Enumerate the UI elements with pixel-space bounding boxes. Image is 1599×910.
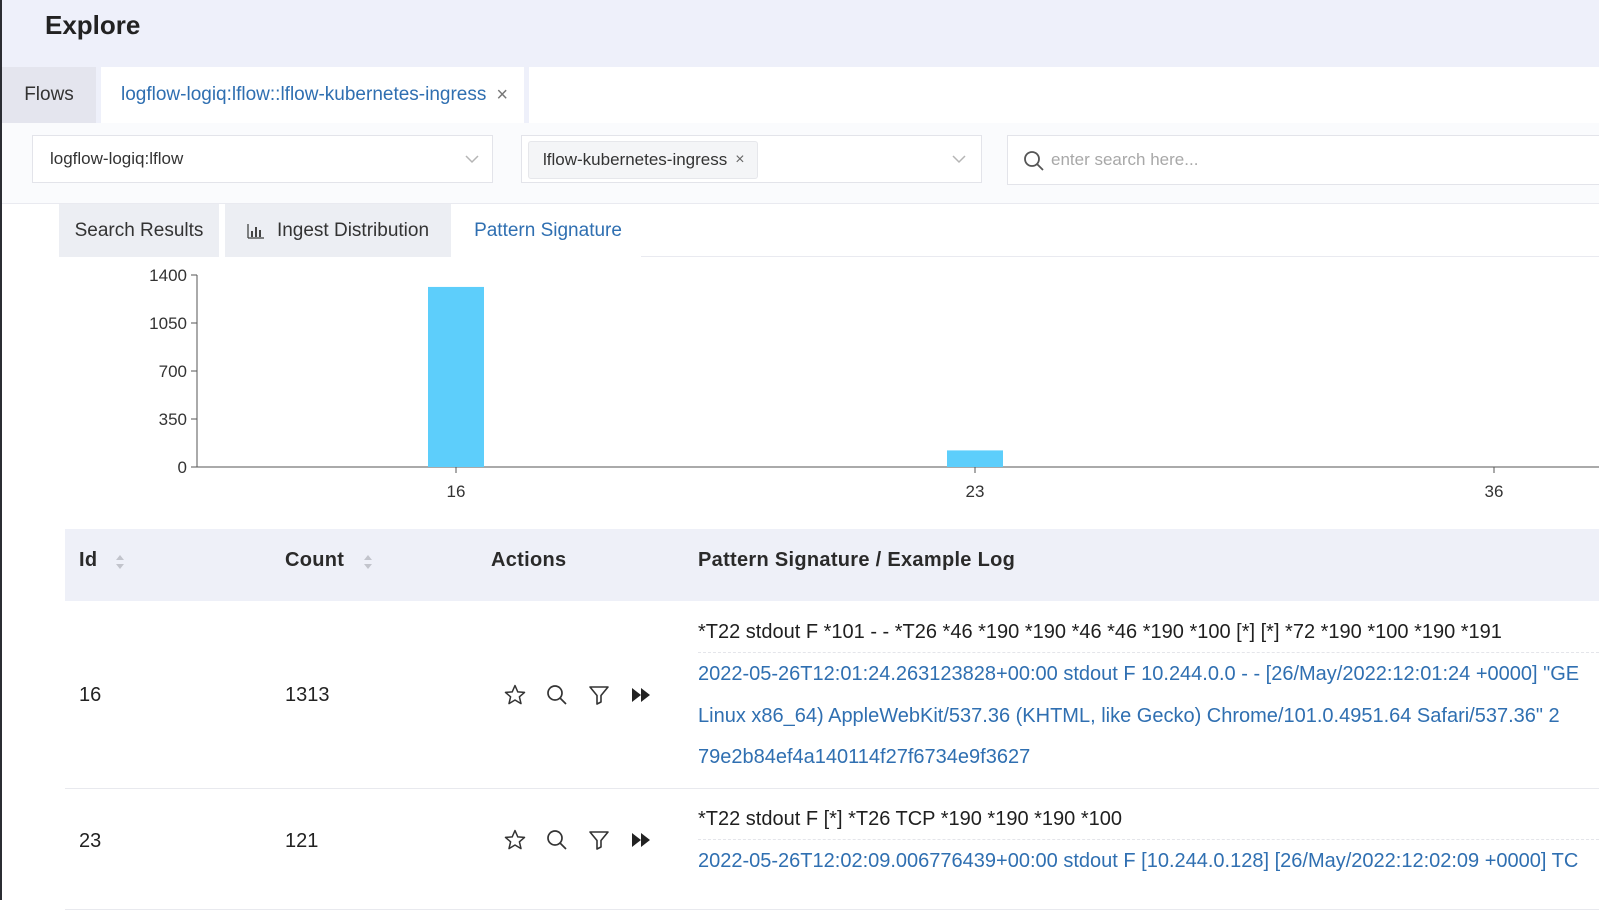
star-icon[interactable] xyxy=(503,828,527,852)
y-tick-label: 350 xyxy=(159,410,187,429)
page-title: Explore xyxy=(45,10,141,40)
y-tick-label: 1400 xyxy=(149,266,187,285)
table-header: Id Count Actions Pattern Signature / Exa… xyxy=(65,529,1599,601)
table-row: 16 1313 *T22 stdout F *101 - - *T26 *46 … xyxy=(65,601,1599,789)
tabs-divider xyxy=(641,256,1599,257)
column-header-id[interactable]: Id xyxy=(79,549,97,572)
pattern-signature: *T22 stdout F [*] *T26 TCP *190 *190 *19… xyxy=(698,808,1122,830)
application-chip: lflow-kubernetes-ingress × xyxy=(528,141,758,179)
chip-remove-icon[interactable]: × xyxy=(735,151,744,169)
column-header-count[interactable]: Count xyxy=(285,549,344,572)
application-chip-label: lflow-kubernetes-ingress xyxy=(543,150,728,169)
chevron-down-icon xyxy=(465,155,479,164)
filter-bar: logflow-logiq:lflow lflow-kubernetes-ing… xyxy=(2,123,1599,204)
search-box[interactable] xyxy=(1007,135,1599,185)
star-icon[interactable] xyxy=(503,683,527,707)
chart-svg: 0 350 700 1050 1400 16 23 36 xyxy=(149,266,1599,501)
x-tick-label: 16 xyxy=(447,482,466,501)
search-icon[interactable] xyxy=(545,828,569,852)
tabbar-empty-space xyxy=(529,67,1599,123)
app-header: Explore xyxy=(2,0,1599,67)
namespace-select[interactable]: logflow-logiq:lflow xyxy=(32,135,493,183)
row-count: 1313 xyxy=(285,684,330,706)
tab-ingest-distribution-label: Ingest Distribution xyxy=(276,219,430,241)
tab-pattern-signature[interactable]: Pattern Signature xyxy=(455,204,641,257)
tab-active-flow[interactable]: logflow-logiq:lflow::lflow-kubernetes-in… xyxy=(101,67,524,123)
row-id: 23 xyxy=(79,830,102,852)
sort-icon[interactable] xyxy=(363,553,373,571)
bar-chart-icon xyxy=(247,223,264,239)
fast-forward-icon[interactable] xyxy=(629,828,653,852)
application-select[interactable]: lflow-kubernetes-ingress × xyxy=(521,135,982,183)
main-content: Search Results Ingest Distribution Patte… xyxy=(32,204,1599,910)
row-divider xyxy=(698,839,1599,840)
search-icon[interactable] xyxy=(545,683,569,707)
row-divider xyxy=(698,652,1599,653)
y-tick-label: 1050 xyxy=(149,314,187,333)
flow-tabbar: Flows logflow-logiq:lflow::lflow-kuberne… xyxy=(2,67,1599,123)
filter-icon[interactable] xyxy=(587,683,611,707)
column-header-signature: Pattern Signature / Example Log xyxy=(698,549,1016,571)
namespace-select-value: logflow-logiq:lflow xyxy=(50,149,184,168)
chevron-down-icon xyxy=(952,155,966,164)
fast-forward-icon[interactable] xyxy=(629,683,653,707)
chart-bars xyxy=(428,286,1003,467)
tab-ingest-distribution[interactable]: Ingest Distribution xyxy=(225,204,451,257)
example-log-line[interactable]: 2022-05-26T12:01:24.263123828+00:00 stdo… xyxy=(698,663,1579,686)
tab-flows[interactable]: Flows xyxy=(2,67,96,123)
filter-icon[interactable] xyxy=(587,828,611,852)
x-axis: 16 23 36 xyxy=(197,466,1599,501)
x-tick-label: 23 xyxy=(966,482,985,501)
x-tick-label: 36 xyxy=(1485,482,1504,501)
tab-pattern-signature-label: Pattern Signature xyxy=(474,219,622,241)
tab-search-results[interactable]: Search Results xyxy=(59,204,219,257)
search-input[interactable] xyxy=(1049,144,1553,176)
bar-23[interactable] xyxy=(947,450,1003,467)
y-tick-label: 700 xyxy=(159,362,187,381)
pattern-signature: *T22 stdout F *101 - - *T26 *46 *190 *19… xyxy=(698,621,1502,643)
column-header-actions: Actions xyxy=(491,549,567,571)
bar-16[interactable] xyxy=(428,286,484,467)
example-log-line[interactable]: Linux x86_64) AppleWebKit/537.36 (KHTML,… xyxy=(698,705,1560,728)
y-tick-label: 0 xyxy=(178,458,187,477)
row-id: 16 xyxy=(79,684,102,706)
view-tabs: Search Results Ingest Distribution Patte… xyxy=(59,204,1599,257)
tab-close-icon[interactable]: × xyxy=(496,84,508,107)
row-count: 121 xyxy=(285,830,319,852)
row-actions xyxy=(503,828,671,852)
tab-search-results-label: Search Results xyxy=(74,219,204,241)
example-log-line[interactable]: 79e2b84ef4a140114f27f6734e9f3627 xyxy=(698,746,1030,769)
tab-active-label: logflow-logiq:lflow::lflow-kubernetes-in… xyxy=(121,84,487,105)
y-axis: 0 350 700 1050 1400 xyxy=(149,266,198,477)
row-actions xyxy=(503,683,671,707)
sort-icon[interactable] xyxy=(115,553,125,571)
table-row: 23 121 *T22 stdout F [*] *T26 TCP *190 *… xyxy=(65,789,1599,910)
example-log-line[interactable]: 2022-05-26T12:02:09.006776439+00:00 stdo… xyxy=(698,850,1578,873)
pattern-count-chart: 0 350 700 1050 1400 16 23 36 xyxy=(32,258,1599,518)
search-icon xyxy=(1024,151,1044,171)
